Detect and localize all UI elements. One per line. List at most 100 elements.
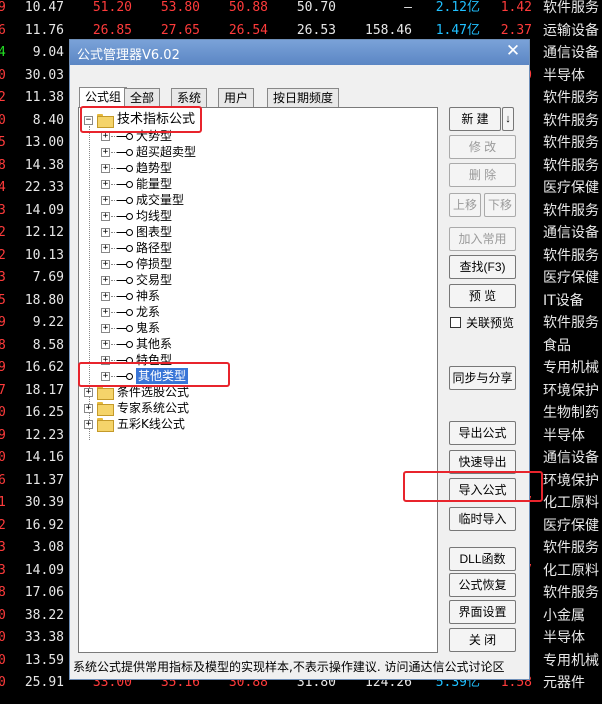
dll-function-button[interactable]: DLL函数 xyxy=(449,547,516,571)
stock-cell-price: 11.37 xyxy=(24,472,64,488)
tree-item-label[interactable]: 能量型 xyxy=(136,176,172,192)
stock-cell-v3: 50.88 xyxy=(228,0,268,15)
status-text: 系统公式提供常用指标及模型的实现样本,不表示操作建议. 访问通达信公式讨论区 xyxy=(73,660,505,674)
stock-cell-ind: 专用机械 xyxy=(543,360,599,376)
ui-settings-button[interactable]: 界面设置 xyxy=(449,600,516,624)
tree-group-label[interactable]: 五彩K线公式 xyxy=(117,416,185,432)
stock-cell-v5: – xyxy=(404,0,412,15)
find-button[interactable]: 查找(F3) xyxy=(449,255,516,279)
preview-button[interactable]: 预 览 xyxy=(449,284,516,308)
tree-item-label[interactable]: 图表型 xyxy=(136,224,172,240)
expand-toggle[interactable]: + xyxy=(101,180,110,189)
tab-user[interactable]: 用户 xyxy=(218,88,255,108)
expand-toggle[interactable]: + xyxy=(101,276,110,285)
export-formula-button[interactable]: 导出公式 xyxy=(449,421,516,445)
stock-cell-ind: 软件服务 xyxy=(543,112,599,129)
stock-cell-ind: 软件服务 xyxy=(543,315,599,331)
stock-cell-price: 25.91 xyxy=(24,675,64,690)
linked-preview-label: 关联预览 xyxy=(466,316,515,330)
dialog-titlebar: 公式管理器V6.02 ✕ xyxy=(70,40,529,65)
tab-all[interactable]: 全部 xyxy=(124,88,161,108)
modify-button[interactable]: 修 改 xyxy=(449,135,516,159)
new-dropdown-arrow[interactable]: ↓ xyxy=(502,107,514,131)
formula-restore-button[interactable]: 公式恢复 xyxy=(449,573,516,597)
expand-toggle[interactable]: + xyxy=(84,388,93,397)
tree-group-label[interactable]: 专家系统公式 xyxy=(117,400,189,416)
tree-item-label[interactable]: 成交量型 xyxy=(136,192,184,208)
stock-cell-ind: 软件服务 xyxy=(543,135,599,151)
move-up-button[interactable]: 上移 xyxy=(449,193,481,217)
stock-cell-ind: 通信设备 xyxy=(543,450,599,466)
folder-icon xyxy=(97,418,114,432)
tree-item-label[interactable]: 交易型 xyxy=(136,272,172,288)
expand-toggle[interactable]: + xyxy=(84,404,93,413)
new-button[interactable]: 新 建 xyxy=(449,107,501,131)
tree-item-label[interactable]: 龙系 xyxy=(136,304,160,320)
folder-icon xyxy=(97,402,114,416)
formula-key-icon xyxy=(117,261,133,269)
tree-item-label[interactable]: 停损型 xyxy=(136,256,172,272)
stock-cell-ind: 医疗保健 xyxy=(543,517,599,534)
stock-cell-ind: 环境保护 xyxy=(543,472,599,489)
formula-key-icon xyxy=(117,165,133,173)
stock-cell-price: 33.38 xyxy=(24,630,64,645)
stock-cell-ind: 专用机械 xyxy=(543,652,599,669)
close-button[interactable]: 关 闭 xyxy=(449,628,516,652)
tree-item-label[interactable]: 神系 xyxy=(136,288,160,304)
stock-cell-price: 11.38 xyxy=(24,90,64,105)
expand-toggle[interactable]: + xyxy=(101,308,110,317)
expand-toggle[interactable]: + xyxy=(84,420,93,429)
stock-cell-ind: 软件服务 xyxy=(543,202,599,219)
stock-cell-ind: 医疗保健 xyxy=(543,180,599,196)
expand-toggle[interactable]: + xyxy=(101,132,110,141)
tree-item-label[interactable]: 均线型 xyxy=(136,208,172,224)
expand-toggle[interactable]: + xyxy=(101,244,110,253)
tree-item-label[interactable]: 趋势型 xyxy=(136,160,172,176)
stock-cell-ind: 软件服务 xyxy=(543,540,599,556)
add-to-common-button[interactable]: 加入常用 xyxy=(449,227,516,251)
stock-cell-v4: 50.70 xyxy=(296,0,336,15)
expand-toggle[interactable]: + xyxy=(101,260,110,269)
stock-cell-ind: 软件服务 xyxy=(543,247,599,264)
stock-row[interactable]: 9 10.47 51.20 53.80 50.88 50.70–2.12亿 1.42 软件服务 xyxy=(0,0,602,20)
stock-cell-ind: IT设备 xyxy=(543,292,584,309)
expand-toggle[interactable]: + xyxy=(101,228,110,237)
formula-key-icon xyxy=(117,229,133,237)
stock-cell-price: 16.62 xyxy=(24,360,64,375)
stock-cell-price: 18.17 xyxy=(24,382,64,398)
stock-cell-price: 30.39 xyxy=(24,495,64,510)
stock-cell-ind: 运输设备 xyxy=(543,22,599,39)
delete-button[interactable]: 删 除 xyxy=(449,163,516,187)
move-down-button[interactable]: 下移 xyxy=(484,193,516,217)
highlight-other-types xyxy=(78,362,230,387)
close-icon[interactable]: ✕ xyxy=(503,42,523,62)
stock-cell-price: 8.58 xyxy=(32,337,64,353)
stock-cell-price: 30.03 xyxy=(24,67,64,83)
formula-key-icon xyxy=(117,245,133,253)
expand-toggle[interactable]: + xyxy=(101,148,110,157)
expand-toggle[interactable]: + xyxy=(101,212,110,221)
sync-share-button[interactable]: 同步与分享 xyxy=(449,366,516,390)
formula-key-icon xyxy=(117,149,133,157)
stock-cell-price: 11.76 xyxy=(24,22,64,38)
stock-cell-v6: 2.12亿 xyxy=(435,0,480,15)
expand-toggle[interactable]: + xyxy=(101,164,110,173)
formula-manager-dialog: 公式管理器V6.02 ✕ 公式组 全部 系统 用户 按日期频度 − 技术指标公式 +… xyxy=(69,39,543,680)
tree-item-label[interactable]: 路径型 xyxy=(136,240,172,256)
tree-item-label[interactable]: 鬼系 xyxy=(136,320,160,336)
expand-toggle[interactable]: + xyxy=(101,196,110,205)
expand-toggle[interactable]: + xyxy=(101,292,110,301)
expand-toggle[interactable]: + xyxy=(101,324,110,333)
tree-item-label[interactable]: 其他系 xyxy=(136,336,172,352)
expand-toggle[interactable]: + xyxy=(101,340,110,349)
checkbox-box[interactable] xyxy=(450,317,461,328)
stock-cell-price: 22.33 xyxy=(24,180,64,195)
tab-system[interactable]: 系统 xyxy=(171,88,208,108)
stock-cell-ind: 小金属 xyxy=(543,607,585,624)
stock-cell-v7: 1.42 xyxy=(500,0,532,15)
tree-item-label[interactable]: 超买超卖型 xyxy=(136,144,196,160)
stock-cell-price: 16.92 xyxy=(24,517,64,533)
temp-import-button[interactable]: 临时导入 xyxy=(449,507,516,531)
stock-cell-price: 13.59 xyxy=(24,652,64,668)
tab-by-date-frequency[interactable]: 按日期频度 xyxy=(267,88,340,108)
